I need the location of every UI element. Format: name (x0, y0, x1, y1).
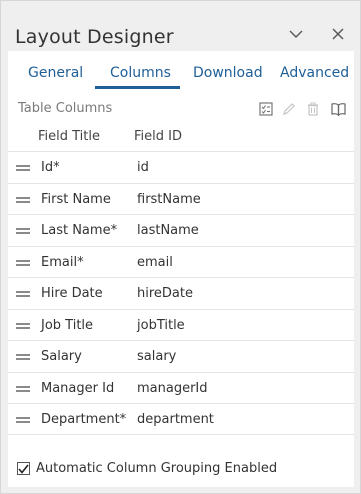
table-row[interactable]: Manager Id managerId (8, 371, 354, 404)
field-id: department (137, 412, 214, 427)
table-row[interactable]: Email* email (8, 245, 354, 278)
field-id: salary (137, 349, 177, 364)
tab-bar: General Columns Download Advanced (8, 51, 354, 91)
close-button[interactable] (327, 23, 349, 45)
active-tab-indicator (95, 86, 180, 89)
tab-advanced[interactable]: Advanced (280, 65, 349, 81)
table-row[interactable]: Department* department (8, 403, 354, 435)
columns-table: Id* id First Name firstName Last Name* l… (8, 151, 354, 435)
select-columns-button[interactable] (257, 100, 275, 118)
field-title: Salary (41, 349, 82, 364)
tab-download[interactable]: Download (193, 65, 263, 81)
field-id: jobTitle (137, 317, 185, 333)
column-header-field-title: Field Title (38, 129, 100, 144)
delete-button[interactable] (304, 100, 322, 118)
edit-icon (283, 103, 295, 115)
field-title: Manager Id (41, 380, 115, 396)
table-row[interactable]: First Name firstName (8, 182, 354, 215)
field-id: id (137, 160, 149, 175)
drag-handle-icon[interactable] (16, 259, 30, 266)
edit-button[interactable] (280, 100, 298, 118)
grouping-checkbox[interactable] (17, 462, 30, 475)
drag-handle-icon[interactable] (16, 291, 30, 297)
section-label: Table Columns (18, 101, 113, 116)
checklist-icon (259, 102, 273, 116)
collapse-button[interactable] (285, 23, 307, 45)
checkmark-icon (18, 464, 29, 474)
table-row[interactable]: Id* id (8, 151, 354, 183)
help-button[interactable] (329, 100, 347, 118)
field-id: email (137, 254, 173, 270)
field-title: Last Name* (41, 223, 118, 238)
drag-handle-icon[interactable] (16, 196, 30, 203)
book-icon (330, 103, 346, 116)
grouping-label: Automatic Column Grouping Enabled (36, 461, 278, 476)
designer-panel: General Columns Download Advanced Table … (8, 51, 354, 487)
window-title: Layout Designer (15, 26, 174, 48)
title-bar: Layout Designer (1, 1, 360, 51)
field-title: Job Title (41, 317, 94, 333)
column-header-field-id: Field ID (134, 129, 182, 144)
tab-general[interactable]: General (28, 65, 83, 81)
drag-handle-icon[interactable] (16, 354, 30, 360)
chevron-down-icon (289, 30, 303, 38)
field-id: hireDate (137, 286, 193, 301)
drag-handle-icon[interactable] (16, 417, 30, 423)
field-title: First Name (41, 191, 111, 207)
drag-handle-icon[interactable] (16, 322, 30, 329)
grouping-toggle[interactable]: Automatic Column Grouping Enabled (17, 461, 277, 476)
field-id: firstName (137, 191, 201, 207)
field-id: lastName (137, 223, 199, 238)
tab-columns[interactable]: Columns (110, 65, 171, 81)
field-title: Email* (41, 254, 84, 270)
layout-designer-window: Layout Designer General Columns Download… (0, 0, 361, 494)
drag-handle-icon[interactable] (16, 385, 30, 392)
table-row[interactable]: Salary salary (8, 340, 354, 372)
field-title: Department* (41, 412, 127, 427)
drag-handle-icon[interactable] (16, 165, 30, 171)
delete-icon (308, 102, 318, 116)
drag-handle-icon[interactable] (16, 228, 30, 234)
field-title: Id* (41, 160, 60, 175)
table-row[interactable]: Last Name* lastName (8, 214, 354, 246)
close-icon (332, 28, 344, 40)
field-title: Hire Date (41, 286, 103, 301)
field-id: managerId (137, 380, 208, 396)
table-row[interactable]: Job Title jobTitle (8, 308, 354, 341)
table-row[interactable]: Hire Date hireDate (8, 277, 354, 309)
